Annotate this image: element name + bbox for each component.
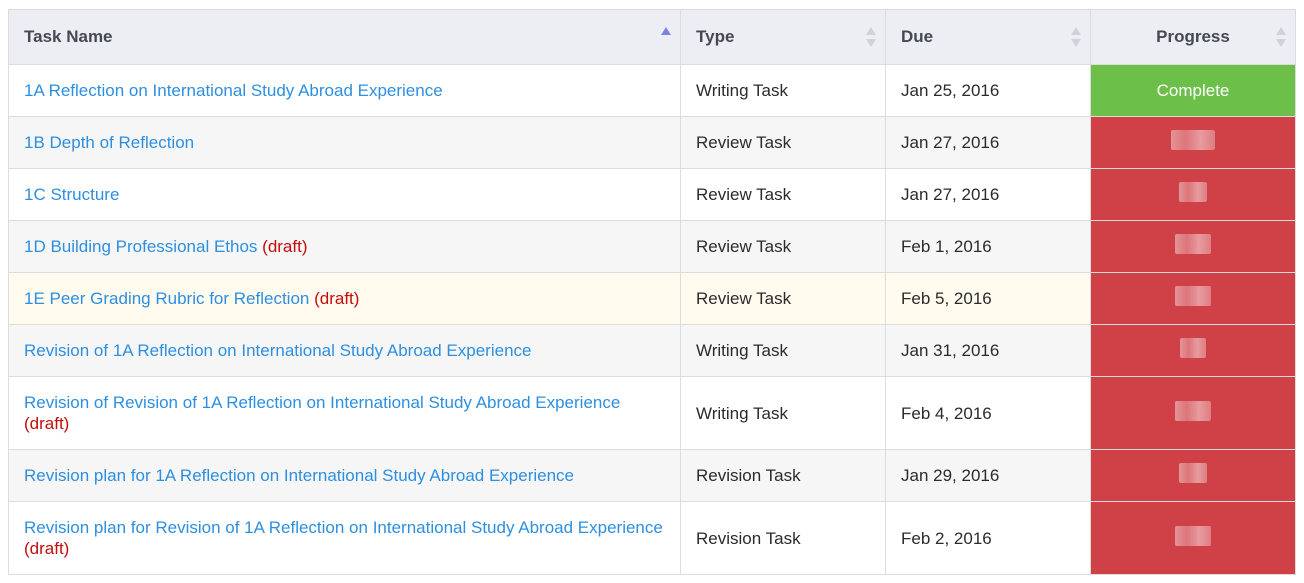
task-due-cell: Feb 1, 2016 [885, 220, 1091, 273]
pixelated-progress-value [1179, 463, 1207, 483]
progress-cell-complete: Complete [1090, 64, 1296, 117]
sort-ascending-icon[interactable] [661, 26, 671, 48]
progress-cell-incomplete [1090, 376, 1296, 450]
progress-cell-incomplete [1090, 272, 1296, 325]
task-due-cell: Feb 2, 2016 [885, 501, 1091, 575]
sort-icon[interactable] [866, 26, 876, 48]
task-name-cell: 1D Building Professional Ethos (draft) [8, 220, 681, 273]
table-row: 1B Depth of Reflection Review Task Jan 2… [8, 116, 1296, 169]
task-link[interactable]: 1E Peer Grading Rubric for Reflection [24, 289, 309, 308]
table-row: Revision of 1A Reflection on Internation… [8, 324, 1296, 377]
task-type-cell: Review Task [680, 272, 886, 325]
progress-cell-incomplete [1090, 220, 1296, 273]
task-due-cell: Feb 5, 2016 [885, 272, 1091, 325]
task-name-cell: Revision plan for 1A Reflection on Inter… [8, 449, 681, 502]
task-due-cell: Feb 4, 2016 [885, 376, 1091, 450]
progress-cell-incomplete [1090, 324, 1296, 377]
progress-cell-incomplete [1090, 449, 1296, 502]
task-type-cell: Writing Task [680, 324, 886, 377]
task-link[interactable]: Revision of 1A Reflection on Internation… [24, 341, 532, 360]
task-name-cell: 1C Structure [8, 168, 681, 221]
progress-cell-incomplete [1090, 501, 1296, 575]
sort-icon[interactable] [1276, 26, 1286, 48]
pixelated-progress-value [1175, 234, 1211, 254]
column-header-label: Due [901, 27, 934, 46]
progress-cell-incomplete [1090, 168, 1296, 221]
task-name-cell: 1A Reflection on International Study Abr… [8, 64, 681, 117]
pixelated-progress-value [1175, 400, 1211, 421]
draft-badge: (draft) [262, 237, 308, 256]
task-due-cell: Jan 27, 2016 [885, 116, 1091, 169]
table-row: 1A Reflection on International Study Abr… [8, 64, 1296, 117]
pixelated-progress-value [1175, 525, 1211, 546]
task-due-cell: Jan 29, 2016 [885, 449, 1091, 502]
task-table-container: Task Name Type Due Progress 1A Reflectio… [8, 9, 1296, 575]
draft-badge: (draft) [24, 414, 70, 433]
table-row: Revision plan for Revision of 1A Reflect… [8, 501, 1296, 575]
task-link[interactable]: 1B Depth of Reflection [24, 133, 194, 152]
task-type-cell: Revision Task [680, 449, 886, 502]
task-link[interactable]: 1A Reflection on International Study Abr… [24, 81, 443, 100]
column-header-task-name[interactable]: Task Name [8, 9, 681, 65]
draft-badge: (draft) [314, 289, 360, 308]
task-name-cell: Revision of 1A Reflection on Internation… [8, 324, 681, 377]
task-link[interactable]: Revision plan for Revision of 1A Reflect… [24, 518, 663, 537]
task-type-cell: Review Task [680, 168, 886, 221]
table-row: Revision plan for 1A Reflection on Inter… [8, 449, 1296, 502]
task-name-cell: Revision plan for Revision of 1A Reflect… [8, 501, 681, 575]
table-row: 1D Building Professional Ethos (draft) R… [8, 220, 1296, 273]
pixelated-progress-value [1180, 338, 1206, 358]
column-header-type[interactable]: Type [680, 9, 886, 65]
column-header-due[interactable]: Due [885, 9, 1091, 65]
progress-cell-incomplete [1090, 116, 1296, 169]
table-header-row: Task Name Type Due Progress [8, 9, 1296, 65]
column-header-label: Progress [1156, 27, 1230, 46]
task-type-cell: Review Task [680, 220, 886, 273]
task-name-cell: 1E Peer Grading Rubric for Reflection (d… [8, 272, 681, 325]
table-row: 1C Structure Review Task Jan 27, 2016 [8, 168, 1296, 221]
task-due-cell: Jan 27, 2016 [885, 168, 1091, 221]
table-row: 1E Peer Grading Rubric for Reflection (d… [8, 272, 1296, 325]
column-header-progress[interactable]: Progress [1090, 9, 1296, 65]
sort-icon[interactable] [1071, 26, 1081, 48]
pixelated-progress-value [1175, 286, 1211, 306]
pixelated-progress-value [1171, 130, 1215, 150]
task-type-cell: Revision Task [680, 501, 886, 575]
task-due-cell: Jan 25, 2016 [885, 64, 1091, 117]
task-due-cell: Jan 31, 2016 [885, 324, 1091, 377]
table-row: Revision of Revision of 1A Reflection on… [8, 376, 1296, 450]
draft-badge: (draft) [24, 539, 70, 558]
pixelated-progress-value [1179, 182, 1207, 202]
task-name-cell: Revision of Revision of 1A Reflection on… [8, 376, 681, 450]
task-type-cell: Writing Task [680, 376, 886, 450]
task-link[interactable]: Revision plan for 1A Reflection on Inter… [24, 466, 574, 485]
task-table: Task Name Type Due Progress 1A Reflectio… [8, 9, 1296, 575]
task-link[interactable]: 1D Building Professional Ethos [24, 237, 257, 256]
task-link[interactable]: 1C Structure [24, 185, 119, 204]
column-header-label: Task Name [24, 27, 113, 46]
column-header-label: Type [696, 27, 735, 46]
task-type-cell: Writing Task [680, 64, 886, 117]
task-name-cell: 1B Depth of Reflection [8, 116, 681, 169]
task-link[interactable]: Revision of Revision of 1A Reflection on… [24, 393, 620, 412]
task-type-cell: Review Task [680, 116, 886, 169]
